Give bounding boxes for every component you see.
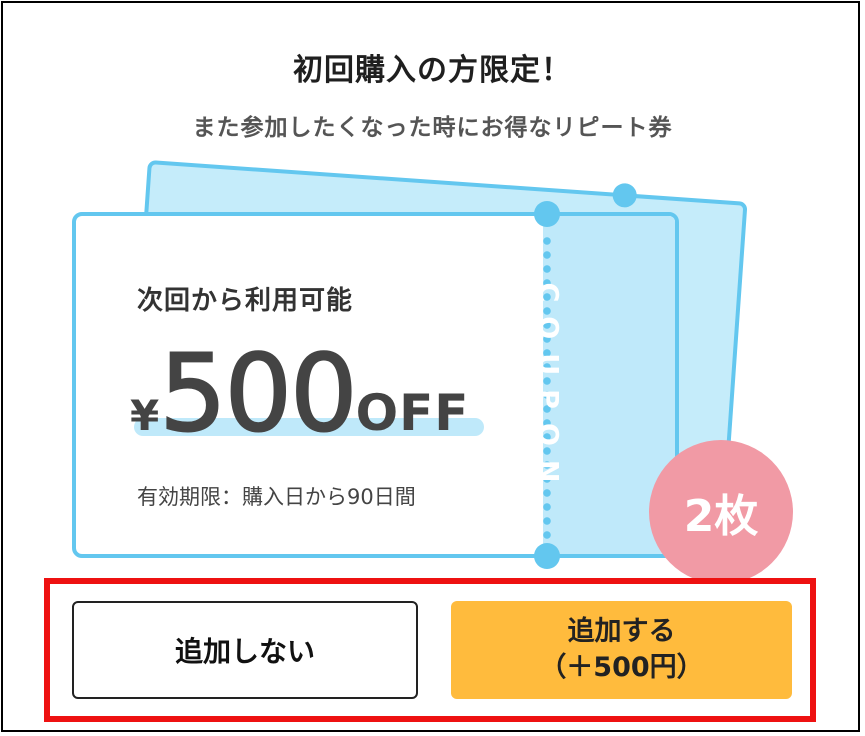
ticket-notch xyxy=(611,182,638,209)
ticket-notch-bottom xyxy=(534,543,560,569)
add-coupon-label: 追加する xyxy=(567,616,676,647)
currency-symbol: ¥ xyxy=(130,391,160,440)
decline-button[interactable]: 追加しない xyxy=(72,601,418,699)
coupon-validity: 有効期限：購入日から90日間 xyxy=(137,485,416,509)
coupon-availability: 次回から利用可能 xyxy=(137,286,354,316)
add-coupon-price: （＋500円） xyxy=(539,652,704,683)
quantity-badge: 2枚 xyxy=(649,440,793,584)
coupon-amount: ¥500OFF xyxy=(130,331,470,456)
discount-value: 500 xyxy=(158,331,358,456)
coupon-stub-label: COUPON xyxy=(532,281,564,497)
add-coupon-button[interactable]: 追加する （＋500円） xyxy=(451,601,792,699)
off-label: OFF xyxy=(355,384,470,442)
dialog-title: 初回購入の方限定！ xyxy=(293,53,572,88)
dialog-subtitle: また参加したくなった時にお得なリピート券 xyxy=(192,115,673,141)
ticket-notch-top xyxy=(534,201,560,227)
